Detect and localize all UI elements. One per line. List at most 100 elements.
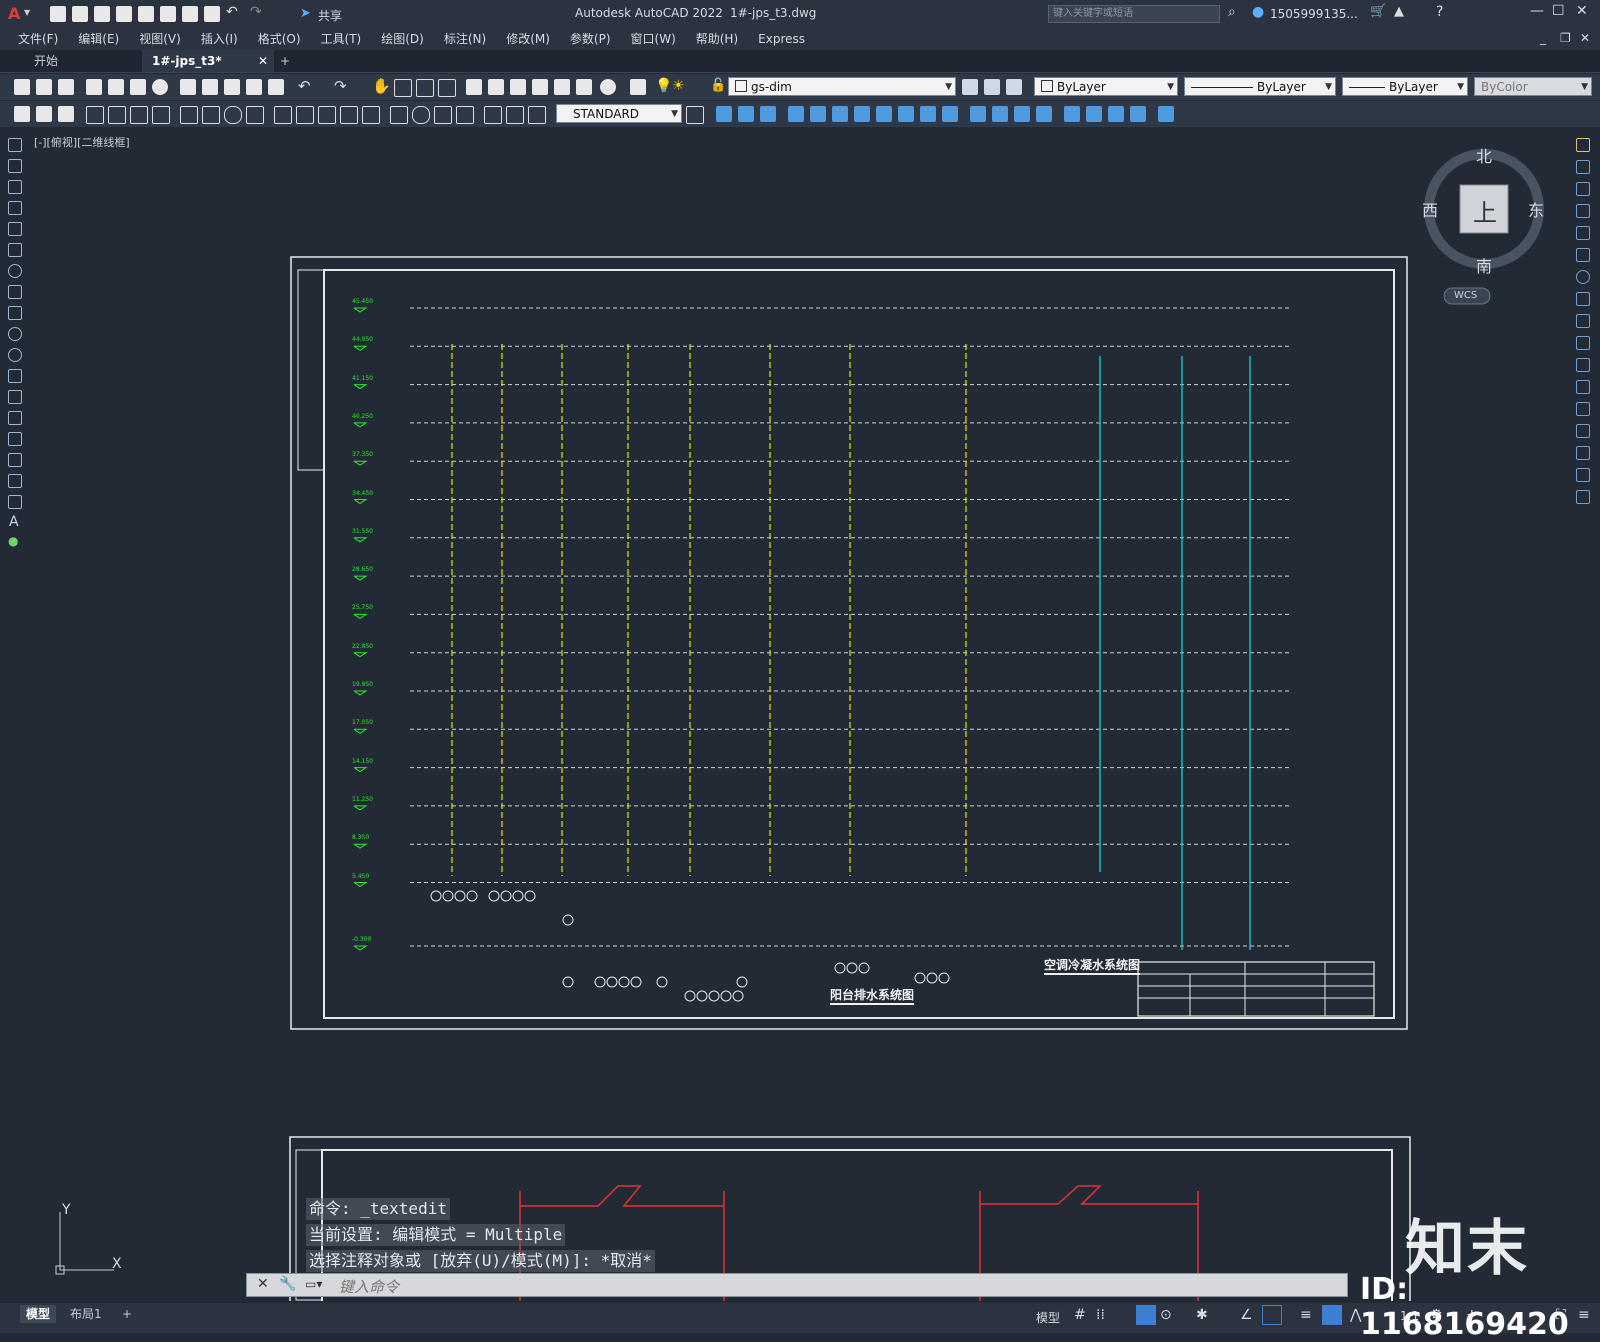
menu-express[interactable]: Express: [748, 28, 815, 50]
mirror-side-icon[interactable]: [1576, 182, 1590, 196]
construction-line-icon[interactable]: [8, 159, 22, 173]
move-side-icon[interactable]: [1576, 248, 1590, 262]
inspection-icon[interactable]: [434, 106, 452, 124]
tool-palettes-icon[interactable]: [510, 79, 526, 95]
menu-file[interactable]: 文件(F): [8, 28, 68, 50]
lengthen-icon[interactable]: [1130, 106, 1146, 122]
menu-format[interactable]: 格式(O): [248, 28, 311, 50]
command-input-placeholder[interactable]: 键入命令: [339, 1276, 399, 1297]
trim-side-icon[interactable]: [1576, 336, 1590, 350]
close-command-icon[interactable]: ✕: [257, 1276, 269, 1292]
viewcube-top-face[interactable]: 上: [1473, 193, 1497, 228]
tab-close-icon[interactable]: ✕: [258, 50, 268, 72]
mirror-icon[interactable]: [760, 106, 776, 122]
layer-manager-icon[interactable]: [630, 79, 646, 95]
chamfer-icon[interactable]: [1014, 106, 1030, 122]
save-icon[interactable]: [94, 6, 110, 22]
continue-dim-icon[interactable]: [318, 106, 336, 124]
menu-dimension[interactable]: 标注(N): [434, 28, 496, 50]
zoom-realtime-icon[interactable]: [394, 79, 412, 97]
tool-c-icon[interactable]: [58, 106, 74, 122]
plotstyle-dropdown[interactable]: ByColor ▼: [1474, 77, 1592, 96]
tab-start[interactable]: 开始: [24, 50, 144, 72]
circle-icon[interactable]: [8, 264, 22, 278]
annotation-visibility-icon[interactable]: [1322, 1305, 1342, 1325]
rectangle-icon[interactable]: [8, 222, 22, 236]
layer-state-icon[interactable]: [1006, 79, 1022, 95]
tolerance-icon[interactable]: [390, 106, 408, 124]
dynamic-input-icon[interactable]: ∠: [1240, 1307, 1253, 1323]
copy-object-icon[interactable]: [738, 106, 754, 122]
layer-dropdown[interactable]: gs-dim ▼: [728, 77, 956, 96]
new-icon[interactable]: [50, 6, 66, 22]
tab-model[interactable]: 模型: [20, 1305, 57, 1323]
copy-icon[interactable]: [202, 79, 218, 95]
open-icon[interactable]: [72, 6, 88, 22]
make-block-icon[interactable]: [8, 390, 22, 404]
search-icon[interactable]: ⌕: [1228, 4, 1236, 20]
menu-window[interactable]: 窗口(W): [621, 28, 686, 50]
snap-icon[interactable]: ⁞⁞: [1096, 1307, 1105, 1323]
quick-dim-icon[interactable]: [274, 106, 292, 124]
user-name[interactable]: 1505999135...: [1270, 7, 1358, 21]
copy-side-icon[interactable]: [1576, 160, 1590, 174]
polar-icon[interactable]: ⊙: [1160, 1307, 1172, 1323]
menu-parametric[interactable]: 参数(P): [560, 28, 621, 50]
undo-toolbar-icon[interactable]: ↶: [298, 77, 311, 95]
rotate-side-icon[interactable]: [1576, 270, 1590, 284]
center-mark-icon[interactable]: [412, 106, 430, 124]
new-tab-button[interactable]: +: [270, 50, 300, 72]
qsave-icon[interactable]: [58, 79, 74, 95]
region-icon[interactable]: [8, 474, 22, 488]
menu-draw[interactable]: 绘图(D): [371, 28, 434, 50]
model-space-toggle[interactable]: 模型: [1036, 1309, 1060, 1326]
angular-dim-icon[interactable]: [246, 106, 264, 124]
menu-help[interactable]: 帮助(H): [686, 28, 748, 50]
command-input[interactable]: ✕ 🔧 ▭▾ 键入命令: [246, 1273, 1348, 1297]
color-dropdown[interactable]: ByLayer ▼: [1034, 77, 1178, 96]
menu-tools[interactable]: 工具(T): [311, 28, 372, 50]
explode-icon[interactable]: [1064, 106, 1080, 122]
share-button[interactable]: 共享: [318, 7, 342, 24]
drawing-sheet[interactable]: 阳台排水系统图 空调冷凝水系统图 45.450 44.050 41.150 40.25…: [290, 256, 1410, 1046]
tool-b-icon[interactable]: [36, 106, 52, 122]
baseline-dim-icon[interactable]: [296, 106, 314, 124]
dim-break-icon[interactable]: [362, 106, 380, 124]
erase-icon[interactable]: [716, 106, 732, 122]
array-side-icon[interactable]: [1576, 226, 1590, 240]
user-icon[interactable]: ●: [1252, 4, 1264, 20]
move-icon[interactable]: [832, 106, 848, 122]
menu-insert[interactable]: 插入(I): [191, 28, 248, 50]
minimize-icon[interactable]: —: [1530, 3, 1544, 19]
layer-freeze-icon[interactable]: ☀: [672, 78, 685, 94]
join-icon[interactable]: [992, 106, 1008, 122]
tab-layout1[interactable]: 布局1: [64, 1305, 108, 1323]
save-as-icon[interactable]: [116, 6, 132, 22]
markup-icon[interactable]: [554, 79, 570, 95]
doc-restore-icon[interactable]: ❐: [1560, 31, 1571, 45]
break-side-icon[interactable]: [1576, 402, 1590, 416]
compass-east[interactable]: 东: [1528, 197, 1544, 221]
spline-icon[interactable]: [8, 306, 22, 320]
sheet-set-icon[interactable]: [532, 79, 548, 95]
doc-minimize-icon[interactable]: _: [1540, 31, 1546, 45]
lineweight-icon[interactable]: ≡: [1300, 1307, 1312, 1323]
linetype-dropdown[interactable]: ByLayer ▼: [1184, 77, 1336, 96]
polygon-icon[interactable]: [8, 201, 22, 215]
offset-icon[interactable]: [788, 106, 804, 122]
arc-length-icon[interactable]: [130, 106, 148, 124]
tab-active-drawing[interactable]: 1#-jps_t3* ✕: [142, 50, 274, 72]
wcs-menu[interactable]: WCS: [1454, 290, 1477, 301]
multiline-text-icon[interactable]: A: [9, 514, 19, 530]
maximize-icon[interactable]: ☐: [1552, 3, 1565, 19]
menu-modify[interactable]: 修改(M): [496, 28, 560, 50]
hatch-icon[interactable]: [8, 432, 22, 446]
compass-north[interactable]: 北: [1476, 143, 1492, 167]
add-layout-button[interactable]: +: [116, 1305, 138, 1323]
break-icon[interactable]: [970, 106, 986, 122]
doc-close-icon[interactable]: ✕: [1580, 31, 1590, 45]
extend-icon[interactable]: [942, 106, 958, 122]
qnew-icon[interactable]: [14, 79, 30, 95]
grid-icon[interactable]: #: [1074, 1307, 1086, 1323]
gradient-icon[interactable]: [8, 453, 22, 467]
